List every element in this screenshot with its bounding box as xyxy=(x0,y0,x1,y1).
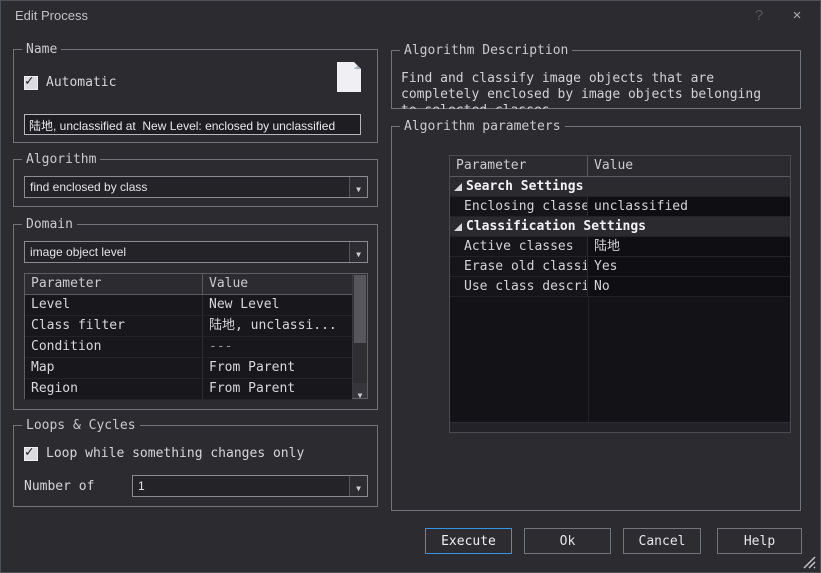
row-value: New Level xyxy=(203,295,352,315)
param-value[interactable]: Yes xyxy=(588,257,790,276)
window-title: Edit Process xyxy=(15,1,88,31)
param-name: Active classes xyxy=(450,237,588,256)
param-name: Use class descrip... xyxy=(450,277,588,296)
domain-header-parameter: Parameter xyxy=(25,274,203,294)
cancel-button[interactable]: Cancel xyxy=(623,528,701,554)
group-expander-icon[interactable] xyxy=(454,223,462,231)
name-group-label: Name xyxy=(22,42,61,57)
row-value: 陆地, unclassi... xyxy=(203,316,352,336)
param-group-title: Search Settings xyxy=(466,179,583,194)
param-name: Enclosing classes xyxy=(450,197,588,216)
domain-table-body: Parameter Value Level New Level Class fi… xyxy=(25,274,352,398)
domain-header-value: Value xyxy=(203,274,352,294)
resize-grip-icon[interactable] xyxy=(802,555,816,569)
algorithm-group: Algorithm find enclosed by class ▼ xyxy=(13,159,378,207)
horizontal-scrollbar[interactable] xyxy=(450,422,790,432)
param-value[interactable]: No xyxy=(588,277,790,296)
page-fold-icon xyxy=(354,62,361,69)
close-icon[interactable]: × xyxy=(778,1,816,31)
domain-dropdown-button[interactable]: ▼ xyxy=(349,242,367,262)
algorithm-parameters-table: Parameter Value Search Settings Enclosin… xyxy=(449,155,791,433)
row-value: From Parent xyxy=(203,358,352,378)
titlebar-buttons: ? × xyxy=(740,1,816,31)
row-value: --- xyxy=(203,337,352,357)
table-row[interactable]: Condition --- xyxy=(25,337,352,358)
process-name-input[interactable]: 陆地, unclassified at New Level: enclosed … xyxy=(24,114,361,135)
algorithm-selected-value: find enclosed by class xyxy=(30,177,147,197)
row-parameter: Map xyxy=(25,358,203,378)
param-row[interactable]: Active classes 陆地 xyxy=(450,237,790,257)
parameters-table-empty-area xyxy=(450,297,790,422)
scroll-down-icon: ▼ xyxy=(358,391,363,400)
parameters-header-value: Value xyxy=(588,156,790,176)
loop-while-checkbox-label: Loop while something changes only xyxy=(46,446,304,461)
description-group-label: Algorithm Description xyxy=(400,43,572,58)
loops-cycles-group: Loops & Cycles ✓ Loop while something ch… xyxy=(13,425,378,507)
param-group-row[interactable]: Search Settings xyxy=(450,177,790,197)
chevron-down-icon: ▼ xyxy=(356,250,361,259)
domain-group: Domain image object level ▼ Parameter Va… xyxy=(13,224,378,410)
param-row[interactable]: Use class descrip... No xyxy=(450,277,790,297)
domain-table-header: Parameter Value xyxy=(25,274,352,295)
algorithm-group-label: Algorithm xyxy=(22,152,100,167)
process-name-value: 陆地, unclassified at New Level: enclosed … xyxy=(25,117,335,135)
column-divider xyxy=(588,297,589,422)
param-group-title: Classification Settings xyxy=(466,219,646,234)
scrollbar-thumb[interactable] xyxy=(354,275,366,343)
row-parameter: Class filter xyxy=(25,316,203,336)
checkmark-icon: ✓ xyxy=(25,73,33,89)
execute-button[interactable]: Execute xyxy=(425,528,512,554)
chevron-down-icon: ▼ xyxy=(356,185,361,194)
checkmark-icon: ✓ xyxy=(25,444,33,460)
new-document-icon[interactable] xyxy=(337,62,361,92)
parameters-header-parameter: Parameter xyxy=(450,156,588,176)
domain-group-label: Domain xyxy=(22,217,77,232)
param-value[interactable]: 陆地 xyxy=(588,237,790,256)
param-row[interactable]: Erase old classif... Yes xyxy=(450,257,790,277)
loops-group-label: Loops & Cycles xyxy=(22,418,140,433)
loop-while-checkbox[interactable]: ✓ xyxy=(24,447,38,461)
algorithm-dropdown-button[interactable]: ▼ xyxy=(349,177,367,197)
algorithm-select[interactable]: find enclosed by class ▼ xyxy=(24,176,368,198)
domain-level-select[interactable]: image object level ▼ xyxy=(24,241,368,263)
table-row[interactable]: Map From Parent xyxy=(25,358,352,379)
name-group: Name ✓ Automatic 陆地, unclassified at New… xyxy=(13,49,378,143)
param-row[interactable]: Enclosing classes unclassified xyxy=(450,197,790,217)
number-of-value: 1 xyxy=(138,476,145,496)
domain-selected-value: image object level xyxy=(30,242,126,262)
param-name: Erase old classif... xyxy=(450,257,588,276)
table-row[interactable]: Region From Parent xyxy=(25,379,352,400)
automatic-checkbox[interactable]: ✓ xyxy=(24,76,38,90)
param-group-row[interactable]: Classification Settings xyxy=(450,217,790,237)
vertical-scrollbar[interactable]: ▼ xyxy=(352,274,367,398)
parameters-table-header: Parameter Value xyxy=(450,156,790,177)
number-of-select[interactable]: 1 ▼ xyxy=(132,475,368,497)
number-of-label: Number of xyxy=(24,479,94,494)
param-value[interactable]: unclassified xyxy=(588,197,790,216)
row-parameter: Region xyxy=(25,379,203,399)
parameters-group-label: Algorithm parameters xyxy=(400,119,565,134)
help-button[interactable]: Help xyxy=(717,528,802,554)
algorithm-description-text: Find and classify image objects that are… xyxy=(401,71,773,109)
row-parameter: Level xyxy=(25,295,203,315)
ok-button[interactable]: Ok xyxy=(524,528,611,554)
chevron-down-icon: ▼ xyxy=(356,484,361,493)
group-expander-icon[interactable] xyxy=(454,183,462,191)
help-icon[interactable]: ? xyxy=(740,1,778,31)
row-parameter: Condition xyxy=(25,337,203,357)
domain-parameter-table: Parameter Value Level New Level Class fi… xyxy=(24,273,368,399)
row-value: From Parent xyxy=(203,379,352,399)
table-row[interactable]: Class filter 陆地, unclassi... xyxy=(25,316,352,337)
algorithm-parameters-group: Algorithm parameters Parameter Value Sea… xyxy=(391,126,801,511)
automatic-checkbox-label: Automatic xyxy=(46,75,116,90)
title-bar[interactable]: Edit Process ? × xyxy=(1,1,820,31)
algorithm-description-group: Algorithm Description Find and classify … xyxy=(391,50,801,109)
table-row[interactable]: Level New Level xyxy=(25,295,352,316)
number-of-dropdown-button[interactable]: ▼ xyxy=(349,476,367,496)
scroll-down-button[interactable]: ▼ xyxy=(353,383,367,398)
